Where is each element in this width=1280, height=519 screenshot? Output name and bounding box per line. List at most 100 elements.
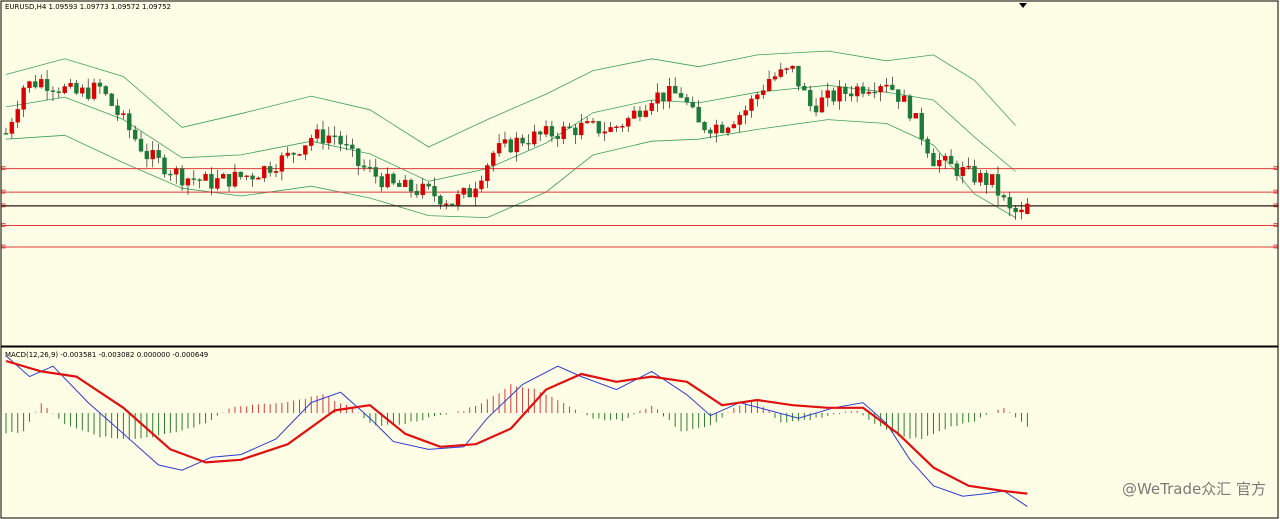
- candle-body: [21, 87, 26, 110]
- candle-body: [884, 84, 889, 87]
- candle-body: [56, 91, 62, 93]
- candle-body: [397, 182, 402, 187]
- candle-body: [39, 79, 44, 88]
- candle-body: [449, 203, 455, 206]
- candle-body: [273, 171, 279, 173]
- candle-body: [584, 121, 590, 124]
- candle-body: [719, 124, 725, 133]
- candle-body: [426, 183, 431, 187]
- candle-body: [837, 86, 842, 102]
- candle-body: [220, 174, 226, 179]
- candle-body: [526, 142, 531, 145]
- candle-body: [68, 83, 73, 87]
- candle-body: [244, 175, 249, 178]
- candle-body: [825, 90, 830, 98]
- candle-body: [361, 165, 367, 168]
- candle-body: [784, 68, 789, 70]
- candle-body: [467, 188, 472, 198]
- candle-body: [297, 154, 302, 156]
- candle-body: [85, 87, 91, 99]
- candle-body: [350, 144, 355, 149]
- candle-body: [97, 82, 103, 87]
- candle-body: [473, 188, 478, 198]
- candle-body: [408, 179, 414, 192]
- candle-body: [50, 90, 56, 92]
- candle-body: [414, 190, 420, 196]
- candle-body: [80, 87, 85, 94]
- candle-body: [807, 89, 813, 107]
- candle-body: [1013, 207, 1018, 213]
- candle-body: [162, 157, 167, 175]
- candle-body: [9, 121, 15, 134]
- candle-body: [984, 172, 989, 185]
- candle-body: [132, 129, 138, 140]
- candle-body: [555, 136, 560, 139]
- candle-body: [714, 124, 719, 134]
- candle-body: [778, 69, 784, 77]
- candle-body: [649, 103, 654, 111]
- candle-body: [267, 166, 273, 173]
- candle-body: [455, 194, 461, 206]
- candle-body: [109, 93, 114, 106]
- candle-body: [1007, 197, 1012, 209]
- candle-body: [813, 105, 819, 113]
- candle: [907, 94, 913, 122]
- candle-body: [772, 76, 778, 80]
- candle-body: [696, 106, 701, 123]
- candle-body: [62, 86, 67, 93]
- candle-body: [1019, 209, 1024, 213]
- candle-body: [326, 135, 332, 144]
- candle-body: [790, 65, 795, 69]
- watermark: @WeTrade众汇 官方: [1121, 480, 1266, 498]
- candle-body: [960, 167, 966, 176]
- candle-body: [989, 174, 995, 185]
- candle-body: [215, 178, 220, 189]
- candle-body: [373, 167, 379, 177]
- candle-body: [262, 166, 267, 179]
- candle-body: [332, 135, 337, 137]
- candle-body: [708, 129, 713, 134]
- candle: [508, 137, 514, 154]
- candle-body: [849, 93, 854, 97]
- candle-body: [896, 89, 901, 102]
- candle-body: [502, 139, 508, 144]
- candle-body: [890, 84, 895, 90]
- candle-body: [978, 172, 983, 183]
- candle-body: [725, 127, 731, 133]
- candle-body: [661, 92, 666, 102]
- candle-body: [379, 176, 384, 188]
- candle-body: [913, 113, 919, 119]
- candle-body: [103, 86, 108, 95]
- candle-body: [667, 85, 672, 102]
- candle-body: [737, 115, 742, 125]
- candle-body: [637, 110, 643, 117]
- candle-body: [643, 110, 649, 117]
- candle-body: [878, 86, 883, 93]
- candle-body: [238, 171, 244, 178]
- candle-body: [614, 126, 619, 128]
- candle-body: [596, 121, 602, 134]
- candle-body: [514, 137, 519, 153]
- main-chart-title: EURUSD,H4 1.09593 1.09773 1.09572 1.0975…: [5, 3, 171, 11]
- candle-body: [678, 93, 684, 98]
- candle-body: [174, 168, 179, 175]
- candle-body: [573, 127, 578, 136]
- candle-body: [901, 95, 907, 102]
- candle-body: [672, 85, 678, 94]
- candle-body: [755, 94, 760, 100]
- candle-body: [590, 121, 596, 123]
- candle-body: [943, 155, 948, 161]
- candle-body: [203, 173, 208, 181]
- candle-body: [185, 178, 191, 186]
- candle-body: [27, 81, 32, 89]
- candle-body: [819, 97, 825, 113]
- candle-body: [761, 90, 766, 95]
- candle-body: [631, 110, 637, 119]
- candle-body: [561, 126, 566, 139]
- candle-body: [168, 173, 173, 176]
- candle-body: [485, 165, 490, 182]
- candle-body: [766, 78, 772, 91]
- candle-body: [731, 124, 737, 129]
- candle-body: [461, 188, 467, 195]
- candle-body: [74, 83, 79, 94]
